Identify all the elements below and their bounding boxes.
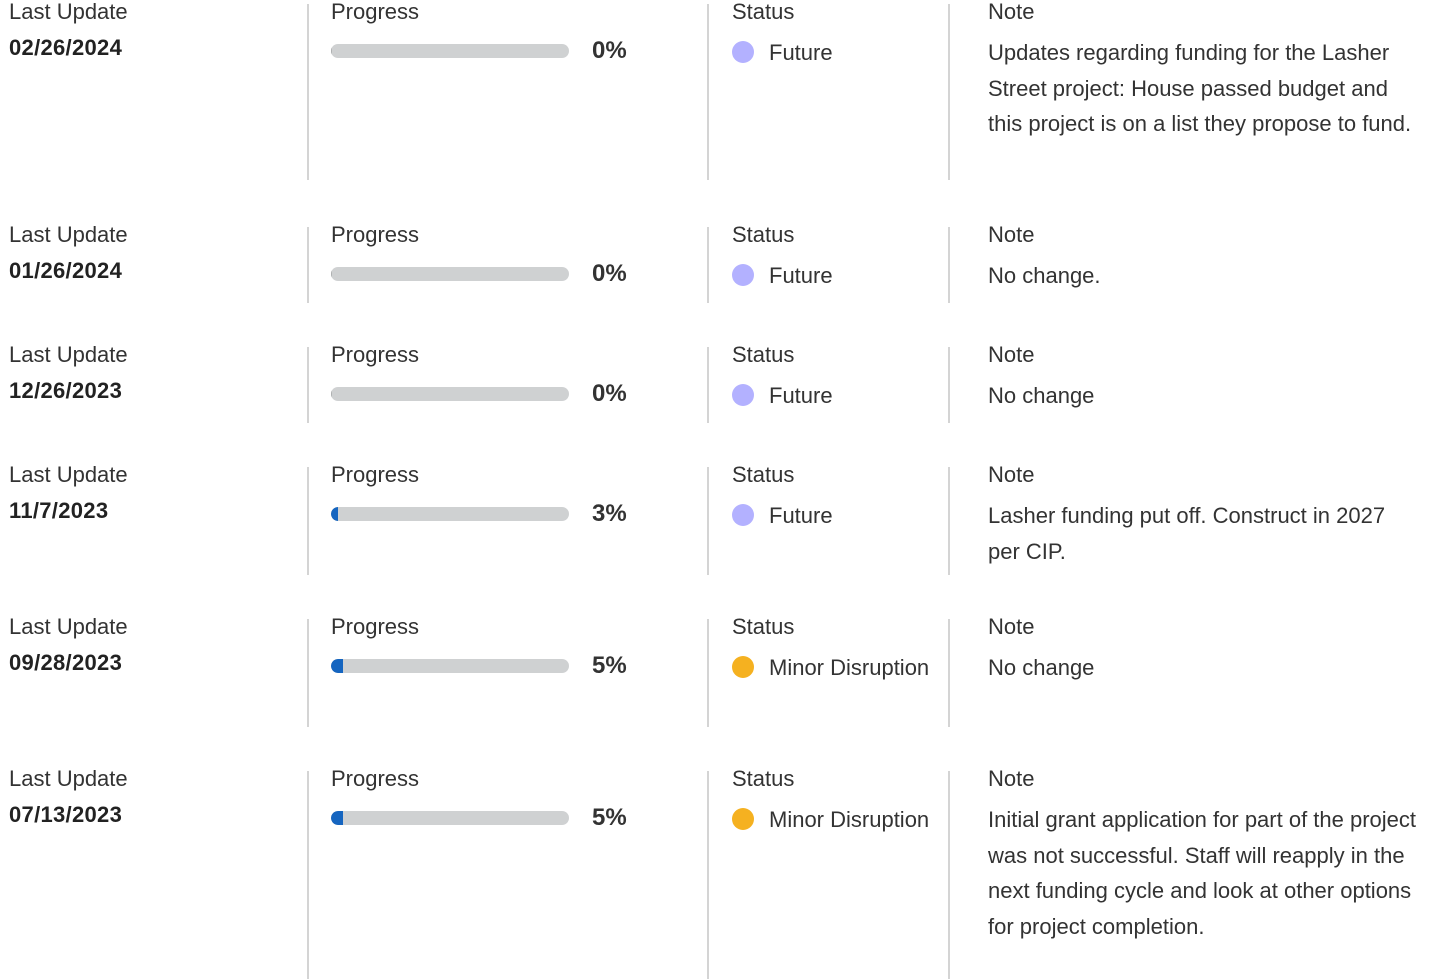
note-text: Updates regarding funding for the Lasher… [988, 40, 1412, 137]
status-cell: Status Future [707, 0, 948, 180]
progress-percent: 3% [592, 500, 627, 527]
status-value: Future [769, 383, 833, 408]
last-update-label: Last Update [9, 342, 128, 367]
progress-bar-fill [331, 267, 332, 281]
progress-percent: 0% [592, 37, 627, 64]
progress-label: Progress [331, 222, 420, 247]
note-label: Note [988, 614, 1035, 639]
note-label: Note [988, 342, 1035, 367]
status-value: Future [769, 40, 833, 65]
progress-cell: Progress 0% [307, 223, 707, 303]
last-update-label: Last Update [9, 766, 128, 791]
status-label: Status [732, 766, 795, 791]
progress-bar-fill [331, 659, 343, 673]
note-text: Initial grant application for part of th… [988, 807, 1417, 940]
progress-bar-fill [331, 387, 332, 401]
note-label: Note [988, 462, 1035, 487]
last-update-date: 09/28/2023 [9, 650, 123, 675]
progress-label: Progress [331, 0, 420, 24]
note-cell: Note Lasher funding put off. Construct i… [948, 463, 1428, 575]
progress-bar [331, 811, 569, 825]
note-text: Lasher funding put off. Construct in 202… [988, 503, 1386, 564]
progress-percent: 5% [592, 652, 627, 679]
progress-bar [331, 44, 569, 58]
status-label: Status [732, 0, 795, 24]
progress-bar [331, 267, 569, 281]
progress-percent: 0% [592, 380, 627, 407]
note-label: Note [988, 0, 1035, 24]
status-dot-icon [732, 504, 754, 526]
status-cell: Status Minor Disruption [707, 615, 948, 727]
status-label: Status [732, 614, 795, 639]
status-dot-icon [732, 41, 754, 63]
status-dot-icon [732, 264, 754, 286]
status-value: Minor Disruption [769, 807, 930, 832]
note-label: Note [988, 766, 1035, 791]
progress-percent: 5% [592, 804, 627, 831]
note-label: Note [988, 222, 1035, 247]
progress-label: Progress [331, 614, 420, 639]
progress-cell: Progress 5% [307, 767, 707, 979]
last-update-label: Last Update [9, 222, 128, 247]
note-text: No change [988, 655, 1095, 680]
last-update-cell: Last Update 07/13/2023 [9, 767, 299, 828]
progress-bar [331, 507, 569, 521]
last-update-cell: Last Update 12/26/2023 [9, 343, 299, 404]
last-update-cell: Last Update 11/7/2023 [9, 463, 299, 524]
status-cell: Status Future [707, 223, 948, 303]
note-text: No change [988, 383, 1095, 408]
progress-cell: Progress 0% [307, 343, 707, 423]
last-update-cell: Last Update 01/26/2024 [9, 223, 299, 284]
last-update-cell: Last Update 02/26/2024 [9, 0, 299, 61]
progress-cell: Progress 0% [307, 0, 707, 180]
status-label: Status [732, 342, 795, 367]
last-update-label: Last Update [9, 462, 128, 487]
note-cell: Note No change [948, 343, 1428, 423]
progress-bar-fill [331, 44, 332, 58]
status-value: Future [769, 263, 833, 288]
status-cell: Status Minor Disruption [707, 767, 948, 979]
status-cell: Status Future [707, 463, 948, 575]
last-update-date: 01/26/2024 [9, 258, 123, 283]
progress-label: Progress [331, 766, 420, 791]
status-label: Status [732, 222, 795, 247]
progress-label: Progress [331, 342, 420, 367]
status-dot-icon [732, 384, 754, 406]
status-label: Status [732, 462, 795, 487]
status-value: Future [769, 503, 833, 528]
progress-label: Progress [331, 462, 420, 487]
progress-bar-fill [331, 507, 339, 521]
status-cell: Status Future [707, 343, 948, 423]
status-dot-icon [732, 656, 754, 678]
note-cell: Note No change [948, 615, 1428, 727]
progress-bar-fill [331, 811, 343, 825]
last-update-date: 07/13/2023 [9, 802, 123, 827]
note-text: No change. [988, 263, 1101, 288]
note-cell: Note Updates regarding funding for the L… [948, 0, 1428, 180]
status-dot-icon [732, 808, 754, 830]
progress-bar [331, 387, 569, 401]
note-cell: Note No change. [948, 223, 1428, 303]
last-update-date: 11/7/2023 [9, 498, 109, 523]
progress-percent: 0% [592, 260, 627, 287]
last-update-date: 02/26/2024 [9, 35, 123, 60]
note-cell: Note Initial grant application for part … [948, 767, 1428, 979]
progress-cell: Progress 5% [307, 615, 707, 727]
last-update-label: Last Update [9, 0, 128, 24]
progress-cell: Progress 3% [307, 463, 707, 575]
progress-bar [331, 659, 569, 673]
status-value: Minor Disruption [769, 655, 930, 680]
last-update-date: 12/26/2023 [9, 378, 123, 403]
last-update-cell: Last Update 09/28/2023 [9, 615, 299, 676]
last-update-label: Last Update [9, 614, 128, 639]
